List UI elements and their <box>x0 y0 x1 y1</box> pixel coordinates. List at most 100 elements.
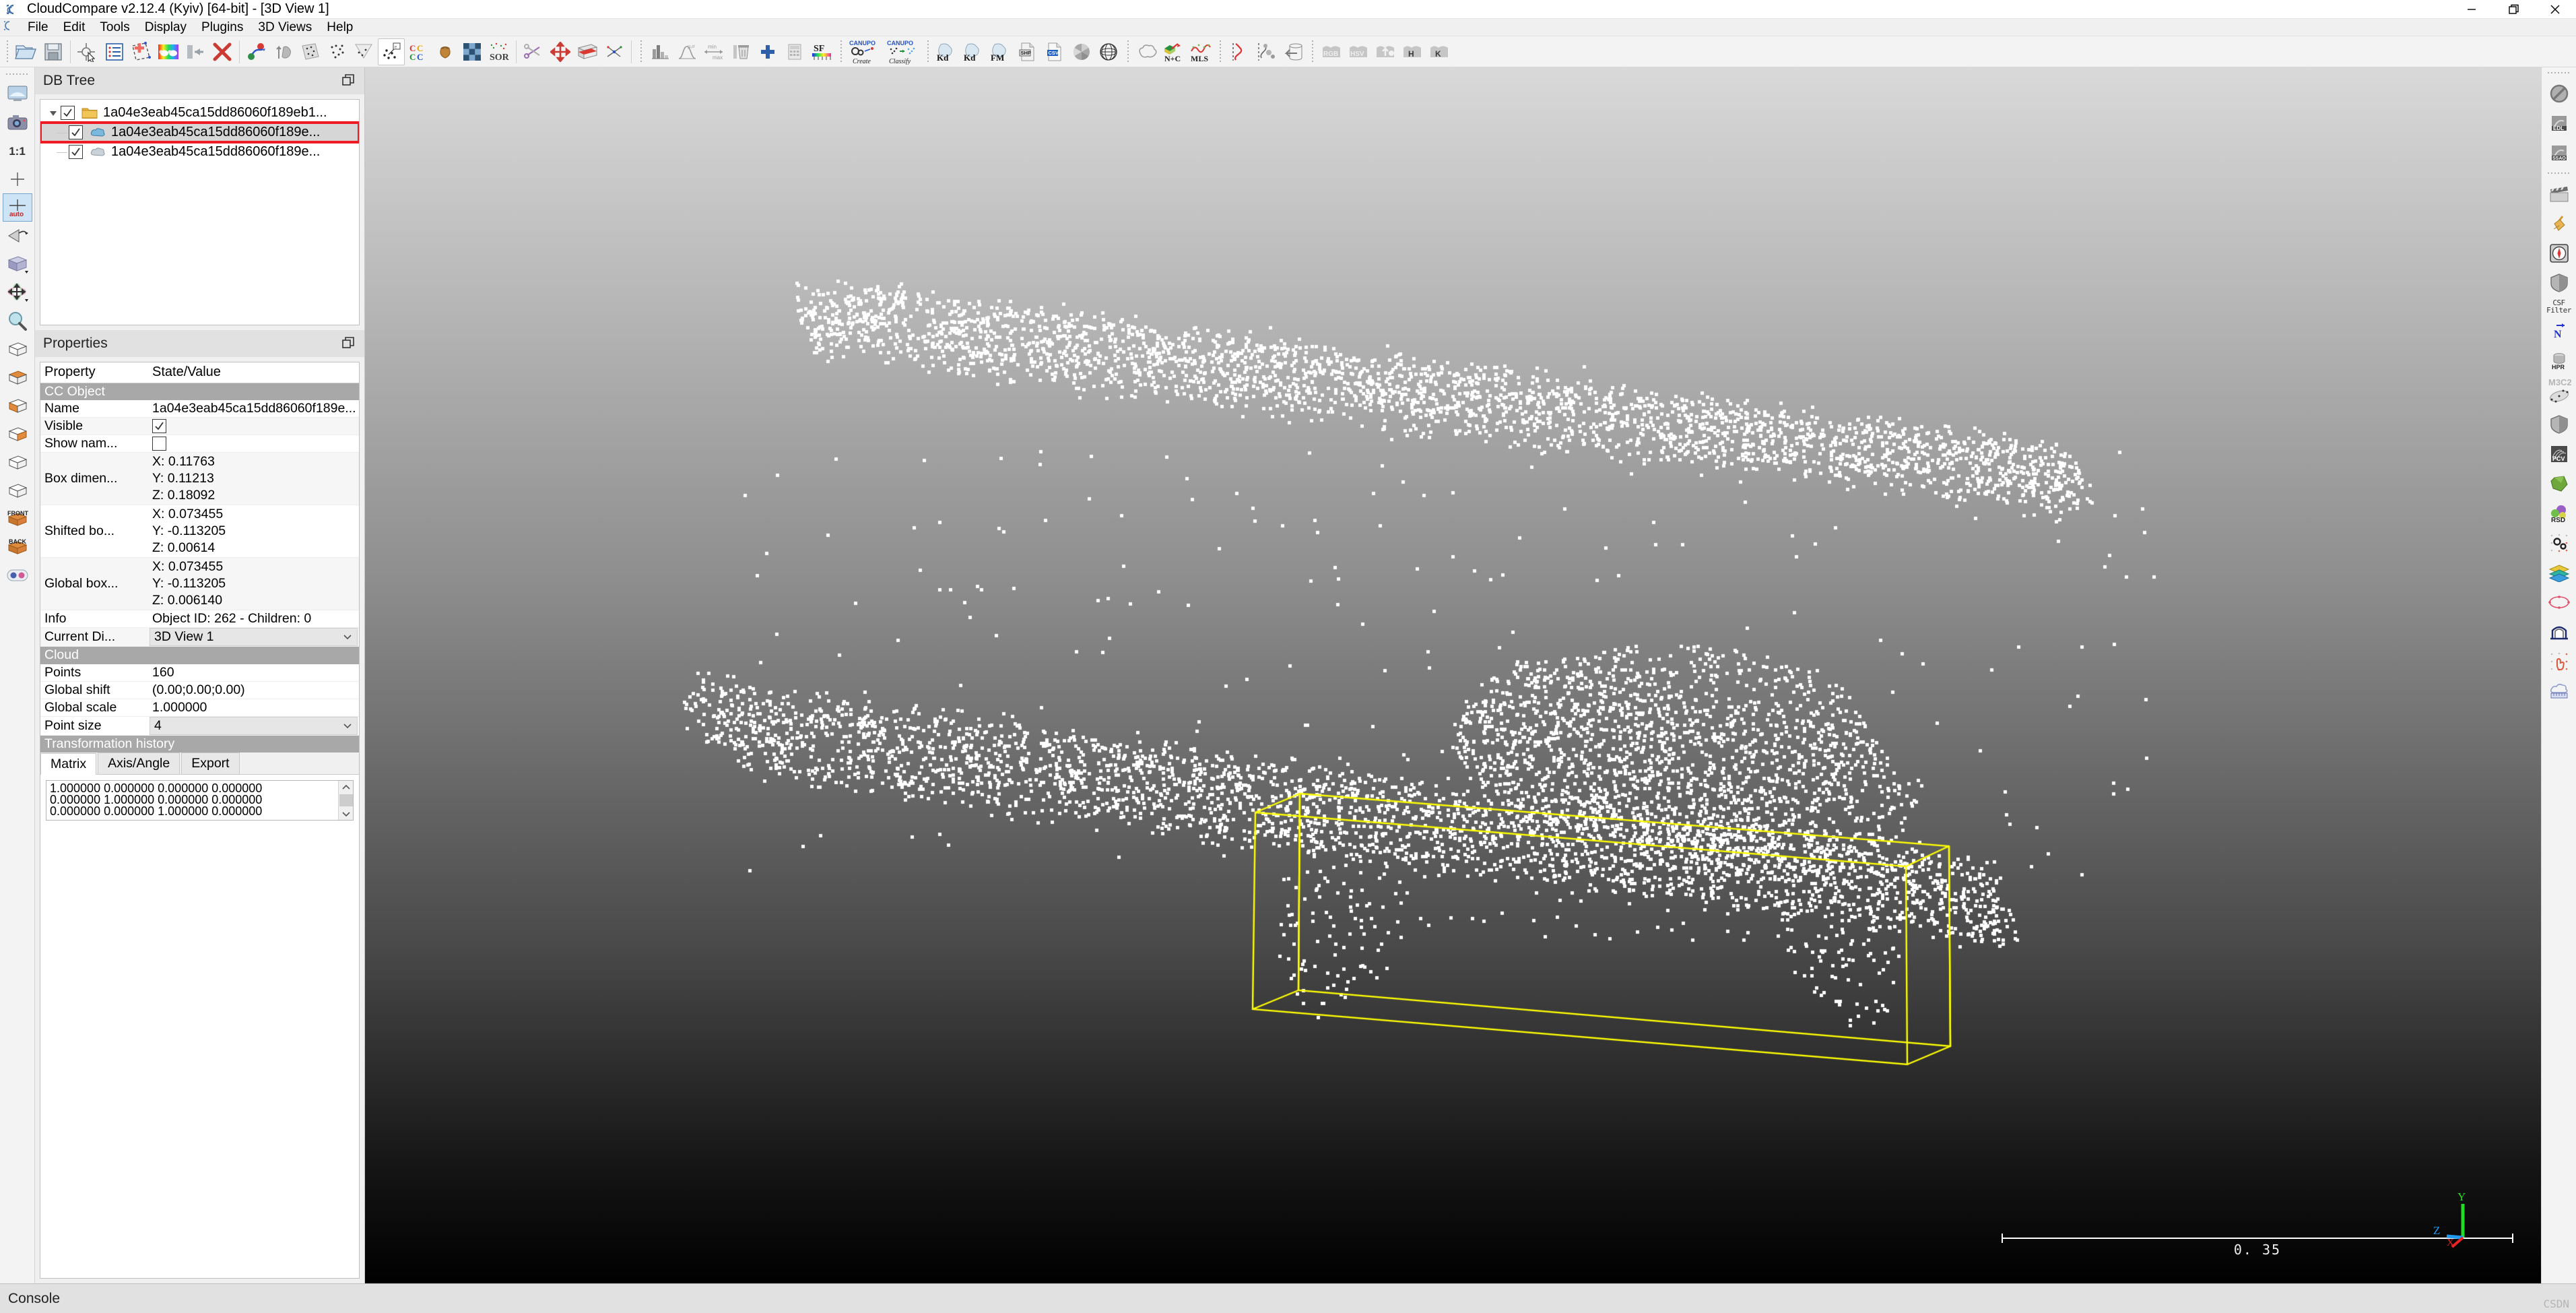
scroll-thumb[interactable] <box>339 794 353 806</box>
scroll-up-icon[interactable] <box>341 781 352 793</box>
view-left-icon[interactable] <box>3 391 32 420</box>
trash-sf-icon[interactable] <box>727 38 754 65</box>
move-object-icon[interactable] <box>3 278 32 307</box>
register-clouds-icon[interactable] <box>243 38 270 65</box>
fm-icon[interactable]: FM <box>987 38 1014 65</box>
compute-dist-icon[interactable]: e <box>378 38 405 65</box>
csv-file-icon[interactable]: CSV <box>1041 38 1068 65</box>
chevron-down-icon[interactable] <box>342 718 353 734</box>
tab-matrix[interactable]: Matrix <box>40 753 96 775</box>
menu-edit[interactable]: Edit <box>56 19 93 36</box>
ssao-shader-icon[interactable]: SSAO <box>2544 138 2575 168</box>
visible-checkbox[interactable] <box>152 419 166 433</box>
tree-checkbox[interactable] <box>61 106 75 120</box>
stereo-icon[interactable] <box>3 561 32 589</box>
view-bottom-icon[interactable] <box>3 363 32 391</box>
matrix-textbox[interactable]: 1.000000 0.000000 0.000000 0.000000 0.00… <box>46 780 354 821</box>
gaussian-icon[interactable]: μ,σ <box>673 38 700 65</box>
calculator-icon[interactable] <box>781 38 808 65</box>
tree-item-cloud-2[interactable]: 1a04e3eab45ca15dd86060f189e... <box>40 142 359 162</box>
auto-pivot-icon[interactable]: auto <box>3 193 32 222</box>
rgb-icon[interactable]: RGB <box>1318 38 1345 65</box>
view-back-icon[interactable]: BACK <box>3 533 32 561</box>
colorscale-sheep-icon[interactable] <box>155 38 182 65</box>
chevron-down-icon[interactable] <box>342 629 353 645</box>
menu-file[interactable]: File <box>20 19 56 36</box>
cube-view-icon[interactable] <box>3 250 32 278</box>
m3c2-icon[interactable]: M3C2 <box>2544 375 2575 410</box>
align-arrow-icon[interactable] <box>270 38 297 65</box>
pie-sections-icon[interactable] <box>1068 38 1095 65</box>
kd-tree-icon[interactable]: Kd <box>933 38 960 65</box>
rotate-view-icon[interactable] <box>3 222 32 250</box>
k-icon[interactable]: K <box>1426 38 1453 65</box>
arch-icon[interactable] <box>2544 617 2575 647</box>
point-cloud-canvas[interactable] <box>365 67 2540 1256</box>
set-pivot-icon[interactable] <box>3 165 32 193</box>
broom-icon[interactable] <box>2544 209 2575 238</box>
tab-export[interactable]: Export <box>181 752 239 774</box>
shield-gray-icon[interactable] <box>2544 268 2575 298</box>
unroll-icon[interactable] <box>1280 38 1307 65</box>
gradient-icon[interactable] <box>1372 38 1399 65</box>
menu-3d-views[interactable]: 3D Views <box>251 19 319 36</box>
full-screen-icon[interactable] <box>3 80 32 108</box>
no-shader-icon[interactable] <box>2544 79 2575 108</box>
toolbar-grip[interactable] <box>638 40 644 63</box>
undock-icon[interactable] <box>341 73 356 88</box>
tab-axis-angle[interactable]: Axis/Angle <box>98 752 180 774</box>
kd-tree-2-icon[interactable]: Kd <box>960 38 987 65</box>
shield-gray2-icon[interactable] <box>2544 410 2575 439</box>
merge-arrow-icon[interactable] <box>182 38 209 65</box>
rtoolbar-grip[interactable] <box>2548 170 2571 176</box>
north-arrow-icon[interactable]: N <box>2544 315 2575 345</box>
menu-tools[interactable]: Tools <box>92 19 137 36</box>
animation-clapper-icon[interactable] <box>2544 179 2575 209</box>
view-front-icon[interactable]: FRONT <box>3 505 32 533</box>
checkerboard-icon[interactable] <box>459 38 486 65</box>
csf-filter-icon[interactable]: CSF Filter <box>2544 298 2575 315</box>
pcv-icon[interactable]: PCV <box>2544 439 2575 469</box>
plus-blue-icon[interactable] <box>754 38 781 65</box>
bag-noise-icon[interactable] <box>432 38 459 65</box>
normals-icon[interactable] <box>601 38 628 65</box>
layers-icon[interactable] <box>2544 558 2575 587</box>
undock-icon[interactable] <box>341 336 356 351</box>
view-iso2-icon[interactable] <box>3 476 32 505</box>
n-plus-c-icon[interactable]: N+C <box>1160 38 1187 65</box>
cloud-mesh-dist-icon[interactable] <box>324 38 351 65</box>
gears-points-icon[interactable] <box>2544 528 2575 558</box>
toolbar-grip[interactable] <box>925 40 931 63</box>
cloud-primitive-dist-icon[interactable] <box>351 38 378 65</box>
restore-button[interactable] <box>2492 0 2534 19</box>
canupo-classify-icon[interactable]: CANUPO Classify <box>884 38 922 65</box>
crop-box-icon[interactable] <box>574 38 601 65</box>
pick-point-icon[interactable] <box>74 38 101 65</box>
tree-checkbox[interactable] <box>69 145 83 159</box>
mdi-document-icon[interactable] <box>0 20 20 34</box>
zoom-global-icon[interactable] <box>3 307 32 335</box>
globe-grid-icon[interactable] <box>1095 38 1122 65</box>
delete-cross-icon[interactable] <box>209 38 236 65</box>
matrix-scrollbar[interactable] <box>338 781 353 820</box>
sor-filter-icon[interactable]: SOR <box>486 38 513 65</box>
toolbar-grip[interactable] <box>4 40 10 63</box>
toolbar-grip[interactable] <box>1217 40 1223 63</box>
hand-points-icon[interactable] <box>2544 647 2575 676</box>
trace-polyline-icon[interactable] <box>1253 38 1280 65</box>
histogram-icon[interactable] <box>647 38 673 65</box>
expand-arrow-icon[interactable] <box>46 108 61 118</box>
cloud-cloud-dist-icon[interactable] <box>297 38 324 65</box>
zoom-1-1-icon[interactable]: 1:1 <box>3 137 32 165</box>
tree-item-cloud-selected[interactable]: 1a04e3eab45ca15dd86060f189e... <box>40 123 359 142</box>
db-tree[interactable]: 1a04e3eab45ca15dd86060f189eb1... 1a04e <box>40 99 360 325</box>
minmax-icon[interactable]: min max <box>700 38 727 65</box>
scissors-icon[interactable] <box>520 38 547 65</box>
scroll-down-icon[interactable] <box>341 808 352 820</box>
cloud-outline-icon[interactable] <box>1133 38 1160 65</box>
height-icon[interactable]: H <box>1399 38 1426 65</box>
menu-display[interactable]: Display <box>137 19 194 36</box>
menu-help[interactable]: Help <box>319 19 360 36</box>
close-button[interactable] <box>2534 0 2576 19</box>
vtoolbar-grip[interactable] <box>6 71 29 77</box>
